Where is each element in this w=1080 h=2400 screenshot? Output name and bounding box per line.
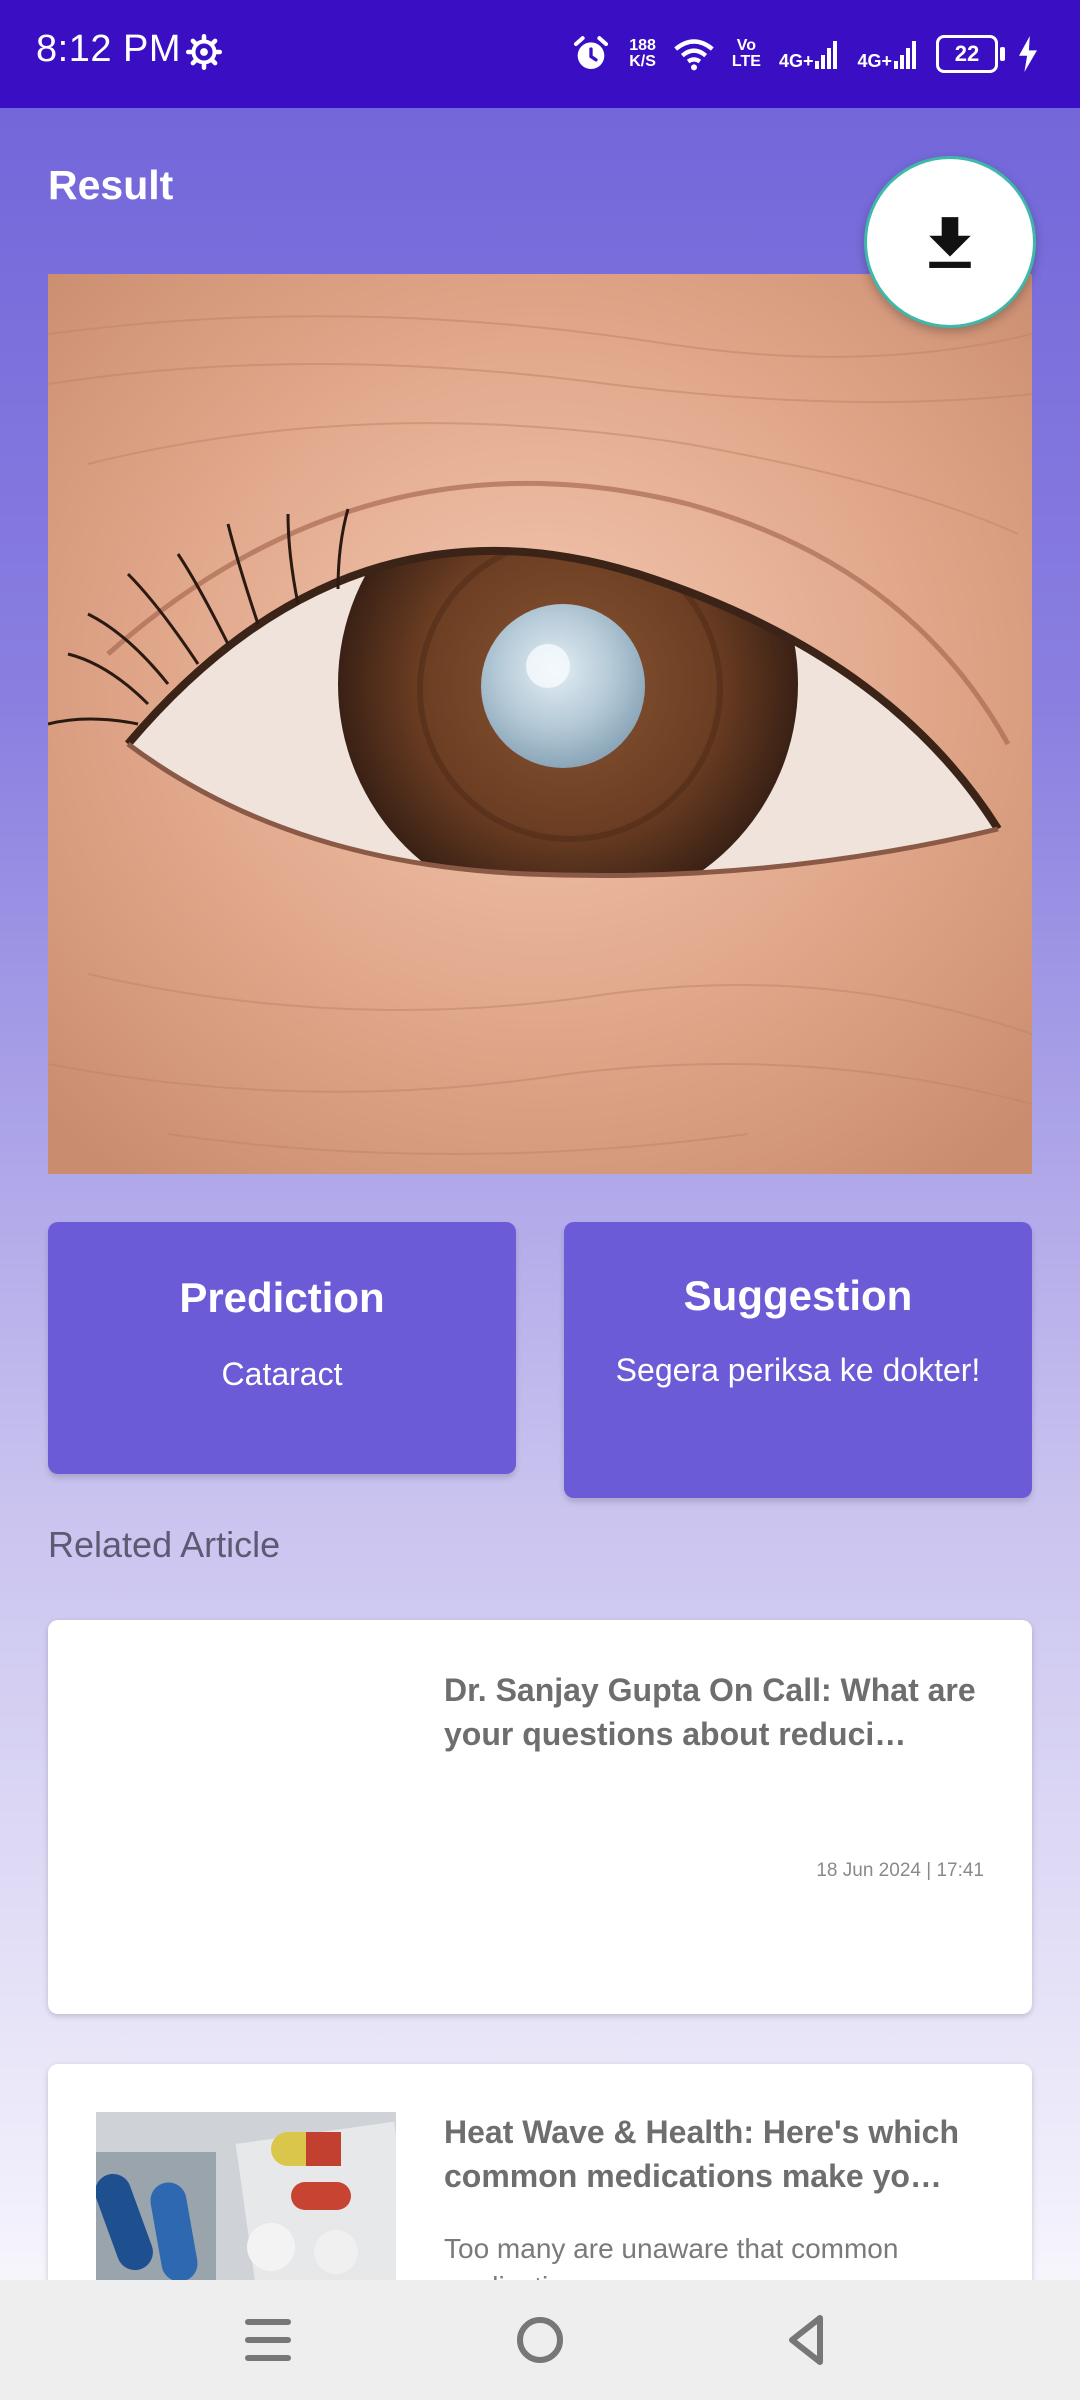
menu-icon[interactable] [236,2308,300,2372]
status-time: 8:12 PM [36,28,182,70]
signal-bars-icon [894,41,916,69]
status-bar: 8:12 PM 188 K/S Vo LTE 4G+ 4G+ 22 [0,0,1080,108]
signal-2: 4G+ [857,39,918,71]
bolt-icon [1019,36,1037,72]
back-icon[interactable] [776,2308,840,2372]
system-navigation-bar [0,2280,1080,2400]
signal-1: 4G+ [778,39,840,71]
volte-bottom: LTE [731,53,761,70]
prediction-card: Prediction Cataract [48,1222,516,1474]
status-indicators: 188 K/S Vo LTE 4G+ 4G+ 22 [571,26,1040,82]
download-icon [929,217,971,268]
suggestion-card: Suggestion Segera periksa ke dokter! [564,1222,1032,1498]
article-card[interactable]: Dr. Sanjay Gupta On Call: What are your … [48,1620,1032,2014]
suggestion-value: Segera periksa ke dokter! [615,1352,981,1388]
gear-icon [186,34,222,70]
signal-bars-icon [815,41,838,69]
eye-image [48,274,1032,1174]
net-speed-value: 188 [629,37,656,54]
article-title: Dr. Sanjay Gupta On Call: What are your … [444,1672,976,1752]
volte-top: Vo [736,37,757,54]
article-date: 18 Jun 2024 | 17:41 [816,1860,984,1881]
signal-1-label: 4G+ [778,51,814,71]
battery-indicator: 22 [936,35,1005,73]
net-speed-unit: K/S [629,53,656,70]
volte-indicator: Vo LTE [732,38,761,70]
article-title: Heat Wave & Health: Here's which common … [444,2114,960,2194]
prediction-value: Cataract [221,1356,343,1392]
net-speed: 188 K/S [629,38,656,70]
prediction-title: Prediction [179,1274,385,1321]
download-button[interactable] [864,156,1036,328]
wifi-icon [674,39,714,71]
page-title: Result [48,162,174,208]
related-article-label: Related Article [48,1524,281,1565]
home-icon[interactable] [508,2308,572,2372]
signal-2-label: 4G+ [857,51,892,71]
article-thumbnail [96,2112,396,2292]
alarm-icon [574,36,609,69]
suggestion-title: Suggestion [683,1272,913,1319]
